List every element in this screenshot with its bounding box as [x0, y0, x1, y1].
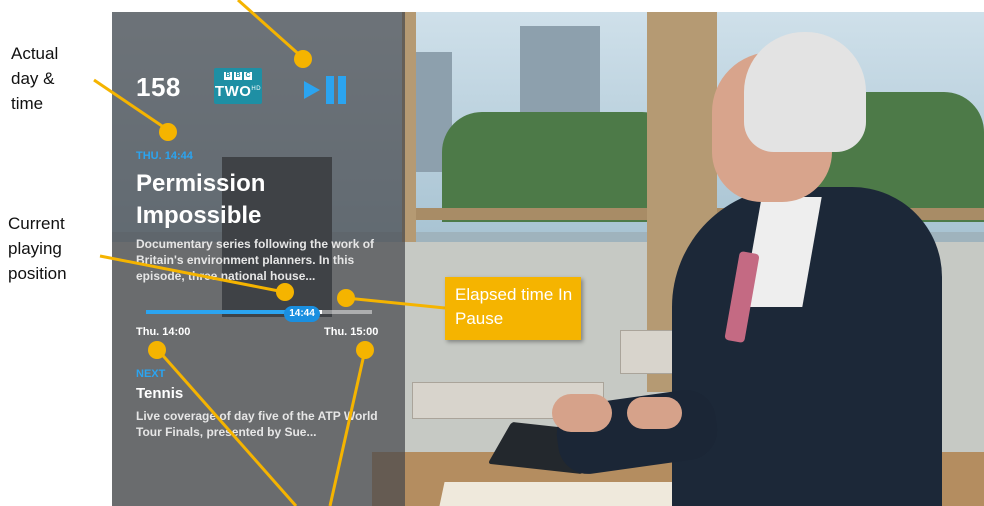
man-hand: [552, 394, 612, 432]
bbc-block: B: [234, 72, 242, 80]
background-trees: [442, 112, 682, 222]
man-hair: [744, 32, 866, 152]
play-pause-icon[interactable]: [302, 74, 350, 106]
channel-number: 158: [136, 72, 181, 102]
annotation-actual-day-time: Actual day & time: [11, 41, 73, 116]
playback-progress-bar[interactable]: [146, 310, 372, 314]
next-program-title: Tennis: [136, 385, 184, 402]
next-program-description: Live coverage of day five of the ATP Wor…: [136, 409, 378, 439]
annotation-current-position: Current playing position: [8, 211, 84, 286]
program-description: Documentary series following the work of…: [136, 237, 375, 283]
bbc-blocks: BBC: [223, 72, 253, 80]
played-segment: [146, 310, 300, 314]
annotation-text: Elapsed time In Pause: [455, 285, 573, 328]
annotation-text: Current playing position: [8, 214, 67, 283]
annotation-text: Actual day & time: [11, 44, 59, 113]
program-title: Permission Impossible: [136, 170, 266, 229]
program-start-time: Thu. 14:00: [136, 326, 191, 338]
channel-logo: BBC TWOHD: [214, 68, 262, 104]
channel-logo-hd: HD: [251, 86, 262, 92]
channel-logo-text: TWOHD: [214, 81, 262, 100]
channel-logo-name: TWO: [214, 83, 252, 100]
actual-day-time: THU. 14:44: [136, 150, 193, 162]
annotation-elapsed-pause: Elapsed time In Pause: [445, 277, 581, 340]
current-position-badge[interactable]: 14:44: [284, 306, 320, 322]
program-end-time: Thu. 15:00: [324, 326, 379, 338]
bbc-block: B: [224, 72, 232, 80]
bbc-block: C: [244, 72, 252, 80]
program-info-panel: 158 BBC TWOHD THU. 14:44 Permission Impo…: [112, 12, 405, 506]
paper: [439, 482, 685, 506]
next-label: NEXT: [136, 368, 166, 380]
man-hand: [627, 397, 682, 429]
